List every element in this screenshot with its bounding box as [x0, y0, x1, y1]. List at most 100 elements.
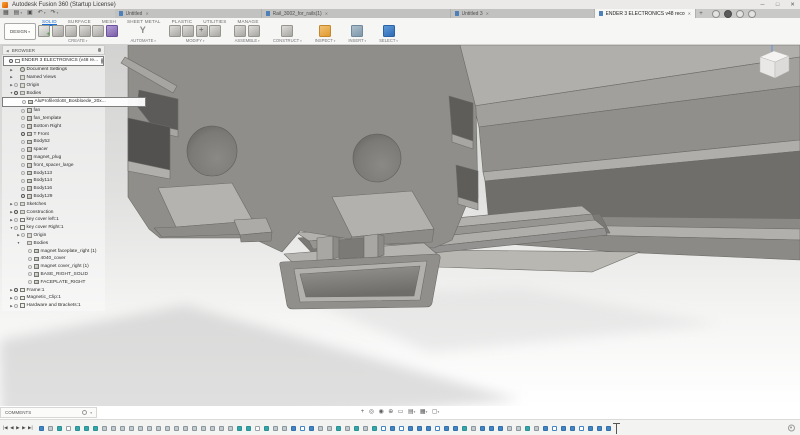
- expander-icon[interactable]: ▼: [16, 241, 21, 245]
- group-label[interactable]: SELECT: [379, 38, 398, 43]
- visibility-eye-icon[interactable]: [21, 148, 25, 152]
- timeline-feature-marker[interactable]: [390, 426, 395, 431]
- visibility-eye-icon[interactable]: [9, 59, 13, 63]
- browser-item[interactable]: Body113: [2, 169, 105, 177]
- group-label[interactable]: ASSEMBLE: [235, 38, 260, 43]
- document-tab[interactable]: Rail_3002_for_rails(1): [262, 9, 451, 18]
- browser-options-icon[interactable]: [98, 48, 102, 52]
- browser-item[interactable]: ▶ Document Settings: [2, 66, 105, 74]
- browser-item[interactable]: spacer: [2, 146, 105, 154]
- tool-icon[interactable]: [169, 25, 181, 37]
- timeline-feature-marker[interactable]: [363, 426, 368, 431]
- tool-icon[interactable]: [209, 25, 221, 37]
- workspace-selector[interactable]: DESIGN: [4, 23, 36, 40]
- timeline-feature-marker[interactable]: [318, 426, 323, 431]
- timeline-feature-marker[interactable]: [570, 426, 575, 431]
- visibility-eye-icon[interactable]: [14, 210, 18, 214]
- timeline-scrubber[interactable]: [616, 423, 618, 434]
- timeline-feature-marker[interactable]: [588, 426, 593, 431]
- timeline-feature-marker[interactable]: [228, 426, 233, 431]
- tool-icon[interactable]: [351, 25, 363, 37]
- visibility-eye-icon[interactable]: [14, 296, 18, 300]
- timeline-feature-marker[interactable]: [435, 426, 440, 431]
- timeline-feature-marker[interactable]: [138, 426, 143, 431]
- document-tab[interactable]: Untitled: [115, 9, 262, 18]
- timeline-feature-marker[interactable]: [561, 426, 566, 431]
- timeline-feature-marker[interactable]: [291, 426, 296, 431]
- browser-item[interactable]: ▶ key cover left:1: [2, 216, 105, 224]
- timeline-feature-marker[interactable]: [336, 426, 341, 431]
- tool-icon[interactable]: [319, 25, 331, 37]
- browser-item[interactable]: FACEPLATE_RIGHT: [2, 278, 105, 286]
- visibility-eye-icon[interactable]: [21, 132, 25, 136]
- browser-item[interactable]: 4040_cover: [2, 255, 105, 263]
- timeline-feature-marker[interactable]: [120, 426, 125, 431]
- playback-button[interactable]: ◀: [10, 421, 13, 435]
- browser-item[interactable]: Bottom Right: [2, 122, 105, 130]
- visibility-eye-icon[interactable]: [21, 109, 25, 113]
- visibility-eye-icon[interactable]: [28, 249, 32, 253]
- document-tab[interactable]: ENDER 3 ELECTRONICS v48 recovered*: [595, 9, 696, 18]
- browser-item[interactable]: ▶ Magnetic_Clip:1: [2, 294, 105, 302]
- timeline-feature-marker[interactable]: [93, 426, 98, 431]
- window-control-button[interactable]: □: [770, 1, 785, 9]
- new-tab-button[interactable]: +: [696, 9, 706, 18]
- tool-icon[interactable]: [65, 25, 77, 37]
- qat-icon[interactable]: [3, 9, 9, 18]
- group-label[interactable]: MODIFY: [186, 38, 205, 43]
- group-label[interactable]: AUTOMATE: [131, 38, 156, 43]
- timeline-feature-marker[interactable]: [354, 426, 359, 431]
- visibility-eye-icon[interactable]: [14, 202, 18, 206]
- document-tab[interactable]: Untitled 3: [451, 9, 595, 18]
- visibility-eye-icon[interactable]: [14, 91, 18, 95]
- timeline-feature-marker[interactable]: [606, 426, 611, 431]
- visibility-eye-icon[interactable]: [21, 163, 25, 167]
- tool-icon[interactable]: [38, 25, 50, 37]
- timeline-feature-marker[interactable]: [147, 426, 152, 431]
- browser-item[interactable]: magnet_plug: [2, 154, 105, 162]
- browser-item[interactable]: fan: [2, 107, 105, 115]
- timeline-feature-marker[interactable]: [498, 426, 503, 431]
- tool-icon[interactable]: [137, 25, 150, 37]
- timeline-feature-marker[interactable]: [264, 426, 269, 431]
- window-control-button[interactable]: ✕: [785, 1, 800, 9]
- browser-item[interactable]: Body116: [2, 185, 105, 193]
- playback-button[interactable]: |◀: [3, 421, 8, 435]
- timeline-feature-marker[interactable]: [219, 426, 224, 431]
- timeline-feature-marker[interactable]: [417, 426, 422, 431]
- timeline-feature-marker[interactable]: [39, 426, 44, 431]
- browser-item[interactable]: fan_template: [2, 115, 105, 123]
- visibility-eye-icon[interactable]: [14, 83, 18, 87]
- browser-item[interactable]: ▶ Origin: [2, 81, 105, 89]
- browser-item[interactable]: magnet faceplate_right (1): [2, 247, 105, 255]
- timeline-feature-marker[interactable]: [579, 426, 584, 431]
- tool-icon[interactable]: [281, 25, 293, 37]
- timeline-feature-marker[interactable]: [327, 426, 332, 431]
- timeline-feature-marker[interactable]: [453, 426, 458, 431]
- browser-item[interactable]: ▶ Construction: [2, 208, 105, 216]
- visibility-eye-icon[interactable]: [21, 233, 25, 237]
- visibility-eye-icon[interactable]: [14, 288, 18, 292]
- nav-tool-icon[interactable]: [361, 406, 365, 419]
- timeline-feature-marker[interactable]: [156, 426, 161, 431]
- browser-item[interactable]: Body114: [2, 177, 105, 185]
- browser-item[interactable]: ▶ Hardware and Brackets:1: [2, 302, 105, 310]
- browser-item[interactable]: ▶ Frame:1: [2, 286, 105, 294]
- tool-icon[interactable]: [383, 25, 395, 37]
- timeline-feature-marker[interactable]: [408, 426, 413, 431]
- nav-tool-icon[interactable]: [408, 406, 415, 419]
- timeline-feature-marker[interactable]: [273, 426, 278, 431]
- account-icon[interactable]: [724, 10, 732, 18]
- visibility-eye-icon[interactable]: [14, 218, 18, 222]
- nav-tool-icon[interactable]: [420, 406, 427, 419]
- visibility-eye-icon[interactable]: [14, 304, 18, 308]
- timeline-feature-marker[interactable]: [84, 426, 89, 431]
- timeline-feature-marker[interactable]: [309, 426, 314, 431]
- visibility-eye-icon[interactable]: [21, 140, 25, 144]
- tool-icon[interactable]: [106, 25, 118, 37]
- timeline-feature-marker[interactable]: [471, 426, 476, 431]
- timeline-feature-marker[interactable]: [255, 426, 260, 431]
- tool-icon[interactable]: [79, 25, 91, 37]
- browser-item[interactable]: ▼ key cover Right:1: [2, 224, 105, 232]
- tool-icon[interactable]: [196, 25, 208, 37]
